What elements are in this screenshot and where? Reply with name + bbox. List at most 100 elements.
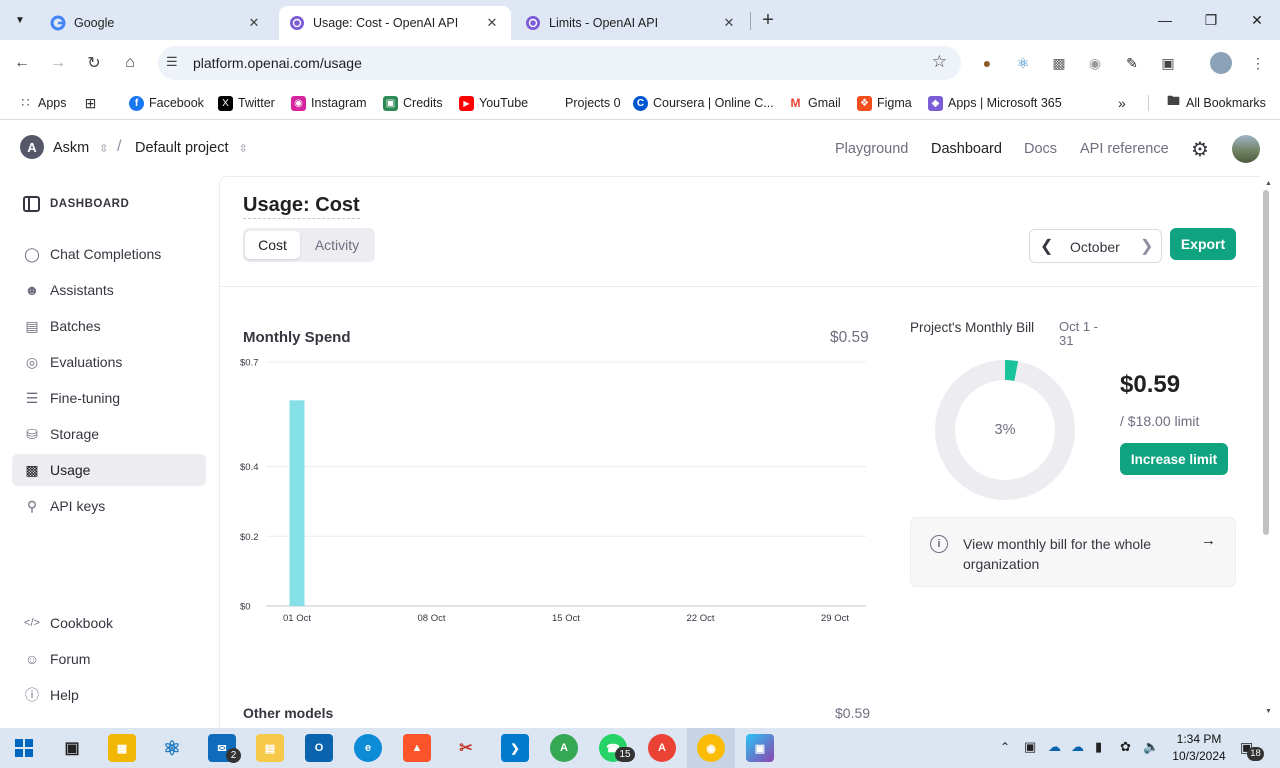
bookmark-grid[interactable]: ⊞ <box>83 92 103 114</box>
bookmark-figma[interactable]: ❖ Figma <box>857 92 912 114</box>
tab-search-button[interactable]: ▼ <box>8 8 32 32</box>
tray-overflow-icon[interactable]: ⌃ <box>1000 740 1010 754</box>
cloud-icon[interactable]: ☁ <box>1071 739 1084 755</box>
react-app-icon[interactable]: ⚛ <box>158 734 186 762</box>
youtube-icon: ▶ <box>459 95 474 111</box>
edge-icon[interactable]: e <box>354 734 382 762</box>
restore-button[interactable]: ❐ <box>1188 0 1234 40</box>
snipping-tool-icon[interactable]: ✂ <box>452 734 480 762</box>
sidebar-item-cookbook[interactable]: </> Cookbook <box>12 607 206 639</box>
export-button[interactable]: Export <box>1170 228 1236 260</box>
chrome-profile-a-icon[interactable]: A <box>550 734 578 762</box>
bar[interactable] <box>289 400 305 606</box>
nav-playground[interactable]: Playground <box>835 141 908 157</box>
scroll-down-arrow[interactable]: ▼ <box>1265 708 1272 715</box>
bookmark-facebook[interactable]: f Facebook <box>129 92 204 114</box>
sidebar-panel-icon[interactable] <box>23 196 40 212</box>
battery-icon[interactable]: ▮ <box>1095 739 1102 755</box>
new-tab-button[interactable]: + <box>758 8 778 32</box>
bookmark-projects[interactable]: Projects 0 <box>565 92 621 114</box>
sidebar-item-evaluations[interactable]: ◎ Evaluations <box>12 346 206 378</box>
eyedropper-extension-icon[interactable]: ✎ <box>1121 52 1143 74</box>
cookie-extension-icon[interactable]: ● <box>976 52 998 74</box>
vscode-icon[interactable]: ❯ <box>501 734 529 762</box>
store-icon[interactable]: ▦ <box>108 734 136 762</box>
tray-icon[interactable]: ▣ <box>1024 739 1036 755</box>
windows-start-icon[interactable] <box>10 734 38 762</box>
volume-icon[interactable]: 🔈 <box>1143 739 1159 755</box>
sidebar-item-fine-tuning[interactable]: ☰ Fine-tuning <box>12 382 206 414</box>
sidebar-item-chat-completions[interactable]: ◯ Chat Completions <box>12 238 206 270</box>
outlook-icon[interactable]: O <box>305 734 333 762</box>
sidebar-item-usage[interactable]: ▩ Usage <box>12 454 206 486</box>
clock[interactable]: 1:34 PM 10/3/2024 <box>1168 731 1230 765</box>
tab-divider <box>750 12 751 30</box>
puzzle-extensions-icon[interactable]: ▣ <box>1157 52 1179 74</box>
increase-limit-button[interactable]: Increase limit <box>1120 443 1228 475</box>
profile-avatar[interactable] <box>1210 52 1232 74</box>
bookmark-m365[interactable]: ◆ Apps | Microsoft 365 <box>928 92 1062 114</box>
chevron-right-icon[interactable]: ❯ <box>1140 236 1153 256</box>
bookmark-gmail[interactable]: M Gmail <box>788 92 841 114</box>
scroll-up-arrow[interactable]: ▲ <box>1265 180 1272 187</box>
bookmark-coursera[interactable]: C Coursera | Online C... <box>633 92 774 114</box>
sidebar-item-api-keys[interactable]: ⚲ API keys <box>12 490 206 522</box>
nav-dashboard[interactable]: Dashboard <box>931 141 1002 157</box>
settings-gear-icon[interactable]: ⚙ <box>1191 137 1209 162</box>
all-bookmarks-button[interactable]: 🖿 All Bookmarks <box>1166 92 1266 114</box>
task-view-icon[interactable]: ▣ <box>58 734 86 762</box>
nav-docs[interactable]: Docs <box>1024 141 1057 157</box>
bookmark-instagram[interactable]: ◉ Instagram <box>291 92 367 114</box>
org-switcher[interactable]: Askm ⇳ <box>53 140 109 156</box>
tab-activity[interactable]: Activity <box>303 231 371 259</box>
site-info-icon[interactable]: ☰ <box>166 54 178 70</box>
wifi-icon[interactable]: ✿ <box>1120 739 1131 755</box>
org-avatar[interactable]: A <box>20 135 44 159</box>
react-extension-icon[interactable]: ⚛ <box>1012 52 1034 74</box>
onedrive-icon[interactable]: ☁ <box>1048 739 1061 755</box>
camera-extension-icon[interactable]: ◉ <box>1084 52 1106 74</box>
scrollbar-thumb[interactable] <box>1263 190 1269 535</box>
storage-icon: ⛁ <box>26 425 38 442</box>
file-explorer-icon[interactable]: ▤ <box>256 734 284 762</box>
forward-button[interactable]: → <box>43 48 73 78</box>
user-avatar[interactable] <box>1232 135 1260 163</box>
browser-menu-icon[interactable]: ⋮ <box>1247 52 1269 74</box>
sidebar-item-batches[interactable]: ▤ Batches <box>12 310 206 342</box>
chrome-active-icon[interactable]: ◉ <box>697 734 725 762</box>
home-button[interactable]: ⌂ <box>115 48 145 78</box>
sidebar-item-storage[interactable]: ⛁ Storage <box>12 418 206 450</box>
brave-icon[interactable]: ▲ <box>403 734 431 762</box>
close-window-button[interactable]: ✕ <box>1234 0 1280 40</box>
close-icon[interactable]: ✕ <box>483 15 501 31</box>
chrome-profile-icon[interactable]: A <box>648 734 676 762</box>
project-name: Default project <box>135 140 229 156</box>
close-icon[interactable]: ✕ <box>720 15 738 31</box>
project-switcher[interactable]: Default project ⇳ <box>135 140 248 156</box>
tab-usage-cost[interactable]: Usage: Cost - OpenAI API ✕ <box>279 6 511 40</box>
minimize-button[interactable]: — <box>1142 0 1188 40</box>
assistant-icon: ☻ <box>24 282 40 298</box>
sidebar-item-forum[interactable]: ☺ Forum <box>12 643 206 675</box>
chevron-left-icon[interactable]: ❮ <box>1040 236 1053 256</box>
nav-api-reference[interactable]: API reference <box>1080 141 1169 157</box>
bookmark-apps[interactable]: ∷ Apps <box>18 92 66 114</box>
bookmark-youtube[interactable]: ▶ YouTube <box>459 92 528 114</box>
address-bar[interactable]: ☰ platform.openai.com/usage ☆ <box>158 46 961 80</box>
sidebar-item-help[interactable]: ⓘ Help <box>12 679 206 711</box>
tab-google[interactable]: Google ✕ <box>40 6 273 40</box>
more-bookmarks-button[interactable]: » <box>1118 92 1126 114</box>
view-org-bill-card[interactable]: i View monthly bill for the whole organi… <box>910 517 1236 587</box>
close-icon[interactable]: ✕ <box>245 15 263 31</box>
bookmark-credits[interactable]: ▣ Credits <box>383 92 443 114</box>
tab-limits[interactable]: Limits - OpenAI API ✕ <box>515 6 748 40</box>
app-icon[interactable]: ▣ <box>746 734 774 762</box>
star-icon[interactable]: ☆ <box>932 52 947 72</box>
sidebar-item-assistants[interactable]: ☻ Assistants <box>12 274 206 306</box>
reload-button[interactable]: ↻ <box>79 48 109 78</box>
bookmark-twitter[interactable]: X Twitter <box>218 92 275 114</box>
tab-cost[interactable]: Cost <box>245 231 300 259</box>
y-tick-label: $0 <box>240 602 251 613</box>
extension-icon[interactable]: ▩ <box>1048 52 1070 74</box>
back-button[interactable]: ← <box>7 48 37 78</box>
